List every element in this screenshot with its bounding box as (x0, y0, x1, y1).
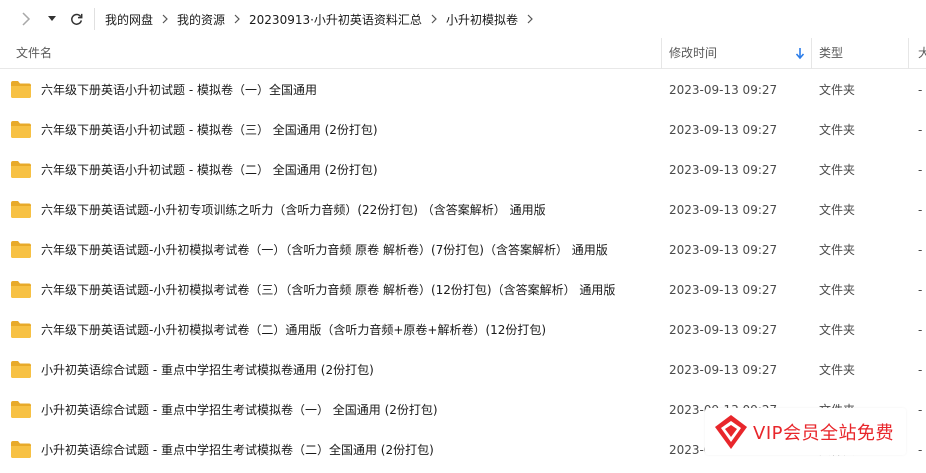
breadcrumb-item-current-folder[interactable]: 小升初模拟卷 (446, 11, 518, 28)
history-dropdown-button[interactable] (42, 9, 62, 29)
file-name[interactable]: 六年级下册英语试题-小升初模拟考试卷（二）通用版（含听力音频+原卷+解析卷）(1… (41, 310, 546, 350)
file-name[interactable]: 六年级下册英语小升初试题 - 模拟卷（二） 全国通用 (2份打包) (41, 150, 378, 190)
list-item[interactable]: 六年级下册英语试题-小升初模拟考试卷（三）（含听力音频 原卷 解析卷）(12份打… (0, 270, 926, 310)
vip-promo-text: VIP会员全站免费 (753, 422, 894, 444)
file-type: 文件夹 (819, 203, 856, 217)
sort-descending-icon[interactable] (795, 47, 805, 60)
column-resize-handle[interactable] (908, 38, 909, 69)
file-size: - (918, 123, 923, 137)
file-name[interactable]: 六年级下册英语小升初试题 - 模拟卷（一）全国通用 (41, 70, 317, 110)
vip-promo-badge[interactable]: VIP会员全站免费 (705, 408, 906, 455)
toolbar-divider (94, 8, 95, 30)
column-header-size[interactable]: 大 (918, 38, 926, 69)
list-item[interactable]: 六年级下册英语小升初试题 - 模拟卷（三） 全国通用 (2份打包) 2023-0… (0, 110, 926, 150)
file-type: 文件夹 (819, 123, 856, 137)
list-item[interactable]: 六年级下册英语小升初试题 - 模拟卷（一）全国通用 2023-09-13 09:… (0, 70, 926, 110)
list-item[interactable]: 小升初英语综合试题 - 重点中学招生考试模拟卷通用 (2份打包) 2023-09… (0, 350, 926, 390)
chevron-right-icon[interactable] (525, 14, 535, 24)
file-size: - (918, 83, 923, 97)
file-size: - (918, 163, 923, 177)
file-modified-time: 2023-09-13 09:27 (669, 283, 778, 297)
breadcrumb: 我的网盘 我的资源 20230913·小升初英语资料汇总 小升初模拟卷 (105, 0, 542, 38)
folder-icon (11, 81, 31, 98)
file-size: - (918, 403, 923, 417)
file-type: 文件夹 (819, 283, 856, 297)
file-size: - (918, 283, 923, 297)
folder-icon (11, 201, 31, 218)
list-item[interactable]: 六年级下册英语小升初试题 - 模拟卷（二） 全国通用 (2份打包) 2023-0… (0, 150, 926, 190)
column-resize-handle[interactable] (661, 38, 662, 69)
chevron-right-icon (232, 14, 242, 24)
file-size: - (918, 443, 923, 457)
file-modified-time: 2023-09-13 09:27 (669, 123, 778, 137)
file-type: 文件夹 (819, 83, 856, 97)
file-type: 文件夹 (819, 363, 856, 377)
folder-icon (11, 321, 31, 338)
list-item[interactable]: 六年级下册英语试题-小升初模拟考试卷（二）通用版（含听力音频+原卷+解析卷）(1… (0, 310, 926, 350)
chevron-right-icon (429, 14, 439, 24)
file-modified-time: 2023-09-13 09:27 (669, 83, 778, 97)
caret-down-icon (48, 16, 56, 21)
column-header-type[interactable]: 类型 (819, 38, 843, 69)
breadcrumb-item-collection[interactable]: 20230913·小升初英语资料汇总 (249, 11, 422, 28)
file-size: - (918, 243, 923, 257)
file-modified-time: 2023-09-13 09:27 (669, 363, 778, 377)
column-resize-handle[interactable] (811, 38, 812, 69)
folder-icon (11, 121, 31, 138)
folder-icon (11, 161, 31, 178)
file-size: - (918, 323, 923, 337)
folder-icon (11, 441, 31, 458)
file-type: 文件夹 (819, 163, 856, 177)
file-size: - (918, 203, 923, 217)
file-modified-time: 2023-09-13 09:27 (669, 243, 778, 257)
vip-diamond-icon (715, 414, 747, 449)
file-name[interactable]: 六年级下册英语试题-小升初模拟考试卷（一）（含听力音频 原卷 解析卷）(7份打包… (41, 230, 608, 270)
file-name[interactable]: 六年级下册英语试题-小升初模拟考试卷（三）（含听力音频 原卷 解析卷）(12份打… (41, 270, 615, 310)
chevron-right-icon (160, 14, 170, 24)
column-header-name[interactable]: 文件名 (16, 38, 52, 69)
file-name[interactable]: 六年级下册英语小升初试题 - 模拟卷（三） 全国通用 (2份打包) (41, 110, 378, 150)
file-modified-time: 2023-09-13 09:27 (669, 323, 778, 337)
folder-icon (11, 401, 31, 418)
folder-icon (11, 281, 31, 298)
refresh-button[interactable] (66, 9, 86, 29)
breadcrumb-item-my-resources[interactable]: 我的资源 (177, 11, 225, 28)
breadcrumb-item-my-drive[interactable]: 我的网盘 (105, 11, 153, 28)
column-header-row: 文件名 修改时间 类型 大 (0, 38, 926, 69)
folder-icon (11, 241, 31, 258)
file-type: 文件夹 (819, 243, 856, 257)
navigation-bar: 我的网盘 我的资源 20230913·小升初英语资料汇总 小升初模拟卷 (0, 0, 926, 38)
file-size: - (918, 363, 923, 377)
file-name[interactable]: 小升初英语综合试题 - 重点中学招生考试模拟卷（二）全国通用 (2份打包) (41, 430, 434, 470)
list-item[interactable]: 六年级下册英语试题-小升初模拟考试卷（一）（含听力音频 原卷 解析卷）(7份打包… (0, 230, 926, 270)
file-type: 文件夹 (819, 323, 856, 337)
forward-button[interactable] (16, 9, 36, 29)
file-modified-time: 2023-09-13 09:27 (669, 203, 778, 217)
file-modified-time: 2023-09-13 09:27 (669, 163, 778, 177)
file-name[interactable]: 小升初英语综合试题 - 重点中学招生考试模拟卷（一） 全国通用 (2份打包) (41, 390, 438, 430)
column-header-modified[interactable]: 修改时间 (669, 38, 717, 69)
list-item[interactable]: 六年级下册英语试题-小升初专项训练之听力（含听力音频）(22份打包) （含答案解… (0, 190, 926, 230)
file-name[interactable]: 六年级下册英语试题-小升初专项训练之听力（含听力音频）(22份打包) （含答案解… (41, 190, 546, 230)
chevron-right-icon (22, 12, 31, 26)
refresh-icon (70, 13, 82, 25)
file-name[interactable]: 小升初英语综合试题 - 重点中学招生考试模拟卷通用 (2份打包) (41, 350, 374, 390)
folder-icon (11, 361, 31, 378)
